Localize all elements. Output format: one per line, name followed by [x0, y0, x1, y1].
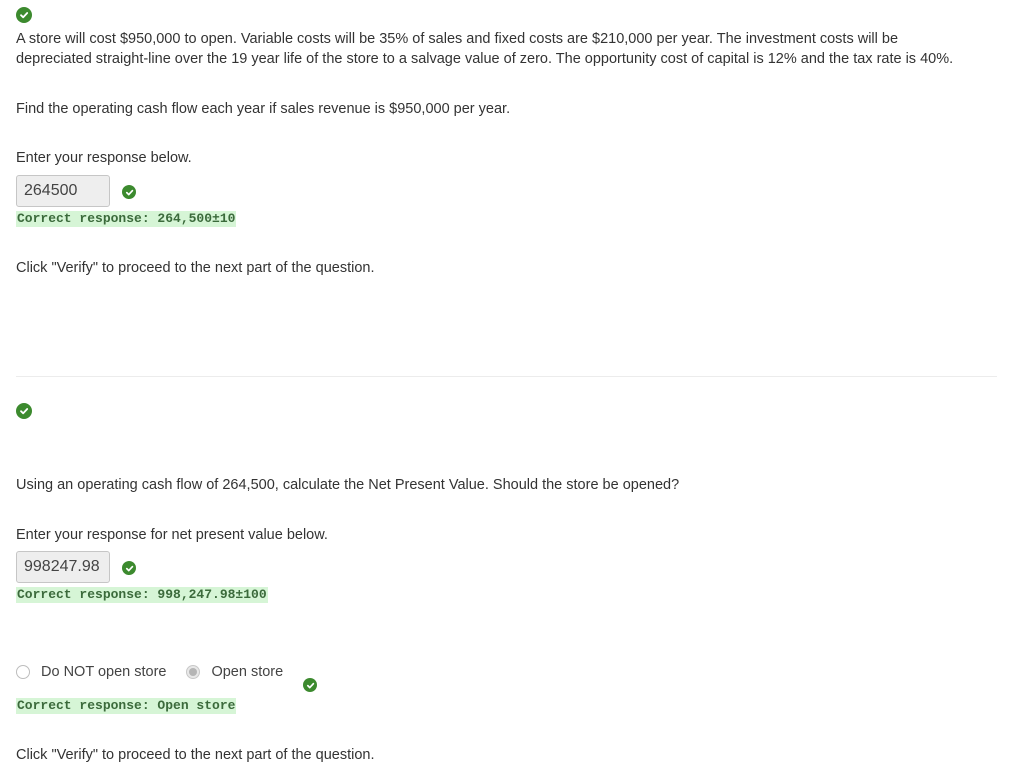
- part1-verify-instruction: Click "Verify" to proceed to the next pa…: [16, 260, 375, 276]
- part2-question: Using an operating cash flow of 264,500,…: [16, 477, 680, 493]
- part2-correct-response: Correct response: 998,247.98±100: [16, 587, 268, 603]
- choice-check-icon: [303, 678, 317, 692]
- part1-question: Find the operating cash flow each year i…: [16, 101, 511, 117]
- part2-status-check-icon: [16, 403, 32, 419]
- part1-status-check-icon: [16, 7, 32, 23]
- option-open-store[interactable]: Open store: [211, 664, 283, 680]
- part2-prompt: Enter your response for net present valu…: [16, 527, 328, 543]
- option-do-not-open-store[interactable]: Do NOT open store: [41, 664, 166, 680]
- net-present-value-input[interactable]: 998247.98: [16, 551, 110, 583]
- part2-answer-check-icon: [122, 561, 136, 575]
- part1-answer-check-icon: [122, 185, 136, 199]
- operating-cash-flow-input[interactable]: 264500: [16, 175, 110, 207]
- store-decision-radio-group: Do NOT open store Open store: [16, 662, 303, 682]
- section-divider: [16, 376, 997, 377]
- radio-button-icon[interactable]: [16, 665, 30, 679]
- problem-statement: A store will cost $950,000 to open. Vari…: [16, 31, 954, 67]
- part1-prompt: Enter your response below.: [16, 150, 192, 166]
- part1-correct-response: Correct response: 264,500±10: [16, 211, 237, 227]
- choice-correct-response: Correct response: Open store: [16, 698, 237, 714]
- radio-button-icon[interactable]: [186, 665, 201, 679]
- part2-verify-instruction: Click "Verify" to proceed to the next pa…: [16, 747, 375, 763]
